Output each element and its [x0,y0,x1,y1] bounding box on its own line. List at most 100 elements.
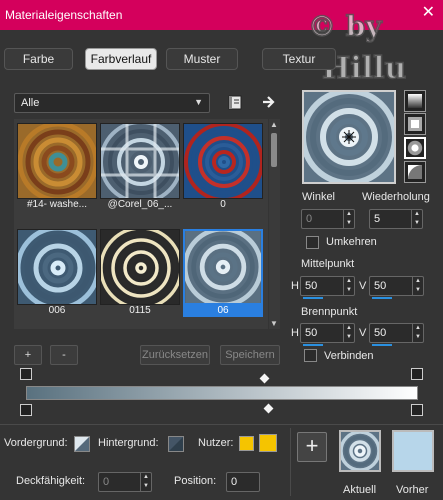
scroll-down-icon[interactable]: ▼ [270,319,278,328]
stepper-arrows-icon[interactable]: ▲ ▼ [412,324,423,342]
gradient-thumb-image [183,229,263,305]
focus-v-stepper[interactable]: 50 ▲ ▼ [369,323,424,346]
gradient-thumb-caption: 06 [183,305,263,317]
link-label: Verbinden [324,350,374,362]
center-label: Mittelpunkt [301,258,355,270]
gradient-thumb-image [100,229,180,305]
gradient-gallery: #14- washe... @Corel_06_... 0 006 0115 0… [14,119,268,329]
reset-button[interactable]: Zurücksetzen [140,345,210,365]
position-field[interactable]: 0 [226,472,260,492]
color-stop-left[interactable] [20,404,32,416]
add-gradient-button[interactable]: + [14,345,42,365]
gradient-thumb-caption: #14- washe... [26,199,88,210]
category-select[interactable]: Alle ▼ [14,93,210,113]
stepper-arrows-icon[interactable]: ▲ ▼ [412,277,423,295]
gallery-scrollbar[interactable]: ▲ ▼ [269,119,280,329]
center-h-level [303,297,323,299]
tab-farbe[interactable]: Farbe [4,48,73,70]
opacity-stop-right[interactable] [411,368,423,380]
position-value: 0 [231,476,238,488]
stepper-arrows-icon[interactable]: ▲ ▼ [343,277,354,295]
remove-gradient-button[interactable]: - [50,345,78,365]
user-stop-icon[interactable] [239,436,254,451]
position-label: Position: [174,475,217,487]
gradient-editor-bar[interactable] [26,386,418,400]
gradient-thumb[interactable]: #14- washe... [17,123,97,211]
rect-style-button[interactable] [404,113,426,135]
linear-style-button[interactable] [404,90,426,112]
gradient-thumb[interactable]: 006 [17,229,97,317]
opacity-stepper[interactable]: 0 ▲ ▼ [98,472,152,492]
folder-book-icon[interactable] [228,94,242,110]
opacity-midpoint-marker[interactable] [259,373,270,384]
center-v-stepper[interactable]: 50 ▲ ▼ [369,276,424,299]
current-material-swatch[interactable] [339,430,381,472]
previous-material-swatch[interactable] [392,430,434,472]
previous-label: Vorher [396,484,429,496]
foreground-stop-icon[interactable] [74,436,90,452]
tab-textur[interactable]: Textur [262,48,336,70]
angle-value: 0 [306,213,313,225]
focus-v-value: 50 [374,327,387,339]
user-label: Nutzer: [198,437,234,449]
focus-h-stepper[interactable]: 50 ▲ ▼ [300,323,355,346]
gradient-thumb[interactable]: 0 [183,123,263,211]
arrow-right-icon[interactable] [262,95,276,109]
add-to-swatches-button[interactable]: + [297,432,327,462]
sunburst-style-button[interactable] [404,137,426,159]
chevron-down-icon: ▼ [194,97,203,107]
stepper-arrows-icon[interactable]: ▲ ▼ [343,210,354,228]
link-checkbox[interactable] [304,349,317,362]
user-color-swatch[interactable] [259,434,277,452]
radial-style-button[interactable] [404,161,426,183]
center-v-label: V [359,280,367,292]
stepper-arrows-icon[interactable]: ▲ ▼ [343,324,354,342]
gradient-thumb-caption: 006 [48,305,66,316]
opacity-label: Deckfähigkeit: [16,475,86,487]
focus-h-level [303,344,323,346]
tab-muster[interactable]: Muster [166,48,238,70]
save-button[interactable]: Speichern [220,345,280,365]
center-v-level [372,297,392,299]
gradient-thumb-image [100,123,180,199]
stepper-arrows-icon[interactable]: ▲ ▼ [411,210,422,228]
current-label: Aktuell [343,484,377,496]
background-stop-icon[interactable] [168,436,184,452]
window-title: Materialeigenschaften [5,8,123,22]
color-midpoint-marker[interactable] [263,403,274,414]
tab-farbverlauf[interactable]: Farbverlauf [85,48,157,70]
focus-v-label: V [359,327,367,339]
opacity-value: 0 [103,476,110,488]
gradient-thumb-image [183,123,263,199]
center-v-value: 50 [374,280,387,292]
focus-h-value: 50 [305,327,318,339]
gradient-thumb-caption: 0 [220,199,226,210]
title-bar: Materialeigenschaften ✕ [0,0,443,30]
repeat-label: Wiederholung [362,191,430,203]
repeat-stepper[interactable]: 5 ▲ ▼ [369,209,423,229]
stepper-arrows-icon[interactable]: ▲ ▼ [140,473,151,491]
color-stop-right[interactable] [411,404,423,416]
center-h-label: H [291,280,299,292]
repeat-value: 5 [374,213,381,225]
gradient-preview[interactable] [300,88,398,186]
focus-label: Brennpunkt [301,306,358,318]
angle-label: Winkel [302,191,336,203]
gradient-thumb-selected[interactable]: 06 [183,229,263,317]
opacity-stop-left[interactable] [20,368,32,380]
gradient-thumb[interactable]: @Corel_06_... [100,123,180,211]
invert-checkbox[interactable] [306,236,319,249]
gradient-thumb-caption: @Corel_06_... [107,199,173,210]
foreground-label: Vordergrund: [4,437,68,449]
scrollbar-thumb[interactable] [271,133,277,167]
gradient-thumb[interactable]: 0115 [100,229,180,317]
close-icon[interactable]: ✕ [422,5,435,21]
scroll-up-icon[interactable]: ▲ [270,120,278,129]
gradient-thumb-image [17,229,97,305]
gradient-thumb-caption: 0115 [129,305,151,316]
bottom-divider [290,428,291,496]
center-h-value: 50 [305,280,318,292]
angle-stepper[interactable]: 0 ▲ ▼ [301,209,355,229]
invert-label: Umkehren [326,236,377,248]
center-h-stepper[interactable]: 50 ▲ ▼ [300,276,355,299]
